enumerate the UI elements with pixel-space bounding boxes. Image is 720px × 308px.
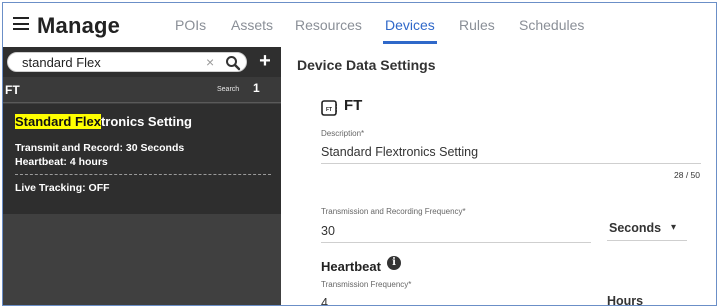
transmission-frequency-label: Transmission Frequency* (321, 280, 411, 289)
heartbeat-unit[interactable]: Hours (607, 294, 643, 305)
search-input-value[interactable]: standard Flex (22, 55, 101, 70)
required-mark: * (408, 280, 412, 289)
chevron-down-icon[interactable]: ▾ (671, 222, 676, 233)
clear-search-icon[interactable]: × (206, 54, 214, 70)
description-label-text: Description (321, 129, 362, 138)
tab-pois[interactable]: POIs (175, 17, 206, 33)
divider (15, 174, 271, 175)
list-item-device[interactable]: Standard Flextronics Setting Transmit an… (3, 104, 281, 214)
tab-rules[interactable]: Rules (459, 17, 495, 33)
group-name: FT (5, 83, 20, 97)
frequency-label: Transmission and Recording Frequency* (321, 207, 466, 216)
tab-devices[interactable]: Devices (385, 17, 435, 33)
description-label: Description* (321, 129, 364, 138)
page-title: Manage (37, 13, 121, 38)
search-bar: standard Flex × + (3, 47, 281, 77)
device-list-panel: standard Flex × + FT Search 1 Standard F… (3, 47, 281, 305)
frequency-underline (321, 242, 591, 243)
top-navigation: Manage POIs Assets Resources Devices Rul… (3, 3, 716, 47)
device-item-live-tracking: Live Tracking: OFF (15, 182, 110, 194)
frequency-label-text: Transmission and Recording Frequency (321, 207, 463, 216)
device-settings-panel: Device Data Settings FT FT Description* … (281, 47, 716, 305)
tab-assets[interactable]: Assets (231, 17, 273, 33)
character-counter: 28 / 50 (674, 170, 700, 180)
required-mark: * (361, 129, 365, 138)
hamburger-menu-icon[interactable] (13, 17, 29, 30)
active-tab-indicator (383, 41, 437, 44)
frequency-unit-select[interactable]: Seconds ▾ (607, 221, 687, 241)
search-match-highlight: Standard Flex (15, 114, 101, 129)
required-mark: * (462, 207, 466, 216)
add-device-button[interactable]: + (255, 51, 275, 72)
description-underline (321, 163, 701, 164)
search-input[interactable]: standard Flex × (7, 52, 247, 72)
device-list: FT Search 1 Standard Flextronics Setting… (3, 77, 281, 305)
search-result-label: Search (217, 86, 240, 93)
frequency-unit-value: Seconds (609, 221, 662, 235)
search-result-count: 1 (253, 81, 260, 95)
search-icon[interactable] (224, 54, 242, 72)
svg-text:FT: FT (326, 107, 332, 113)
section-title: Device Data Settings (297, 57, 436, 73)
tab-schedules[interactable]: Schedules (519, 17, 584, 33)
transmission-frequency-label-text: Transmission Frequency (321, 280, 409, 289)
device-item-transmit: Transmit and Record: 30 Seconds (15, 142, 185, 154)
device-icon: FT (321, 100, 337, 116)
transmission-frequency-field[interactable]: 4 (321, 296, 328, 305)
device-item-title-rest: tronics Setting (100, 114, 192, 129)
description-field[interactable]: Standard Flextronics Setting (321, 145, 478, 159)
device-item-heartbeat: Heartbeat: 4 hours (15, 156, 108, 168)
app-window: Manage POIs Assets Resources Devices Rul… (2, 2, 717, 306)
heartbeat-heading: Heartbeat (321, 259, 381, 274)
info-icon[interactable]: i (387, 256, 401, 270)
frequency-field[interactable]: 30 (321, 224, 335, 238)
device-code-title: FT (344, 97, 363, 114)
group-header[interactable]: FT Search 1 (3, 77, 281, 103)
tab-resources[interactable]: Resources (295, 17, 362, 33)
device-item-title: Standard Flextronics Setting (15, 114, 192, 129)
